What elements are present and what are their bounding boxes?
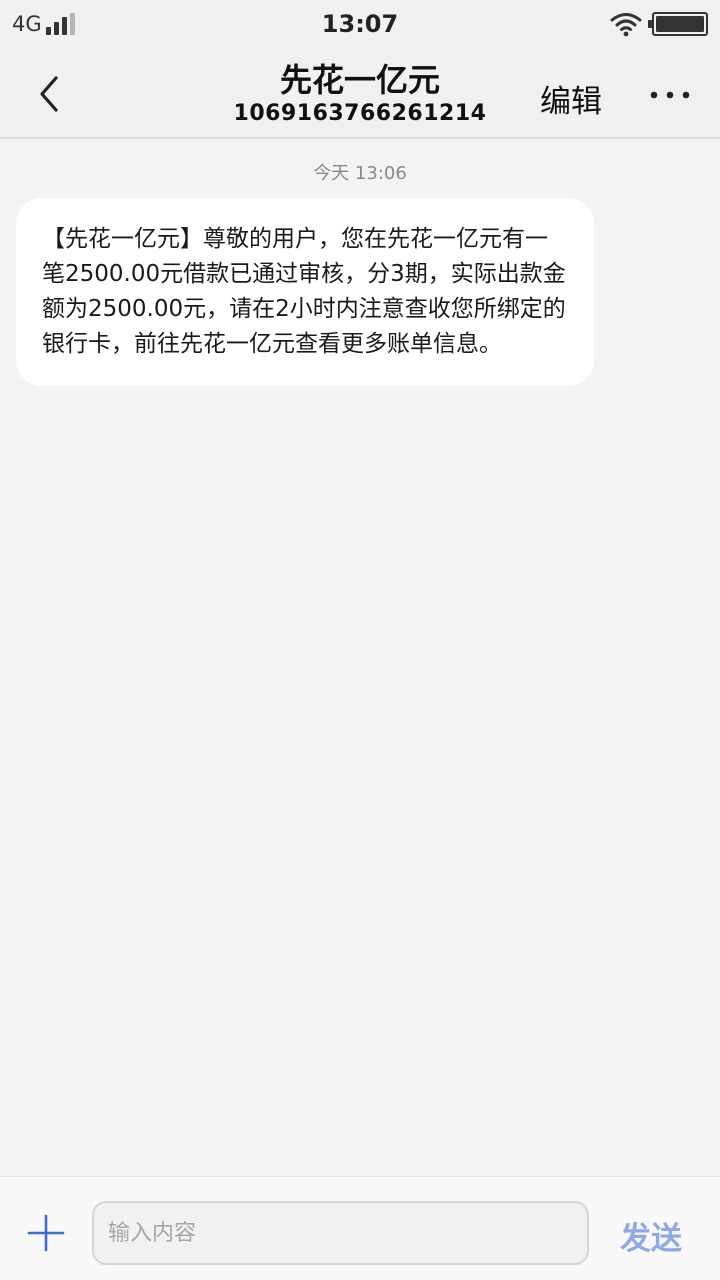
status-icons — [610, 11, 708, 37]
more-horizontal-icon[interactable] — [648, 90, 692, 100]
message-bubble[interactable]: 【先花一亿元】尊敬的用户，您在先花一亿元有一笔2500.00元借款已通过审核，分… — [16, 198, 594, 386]
send-button[interactable]: 发送 — [620, 1213, 682, 1258]
contact-info: 先花一亿元 1069163766261214 — [200, 60, 520, 128]
chevron-left-icon[interactable] — [30, 72, 70, 116]
message-timestamp: 今天 13:06 — [313, 163, 407, 184]
contact-name: 先花一亿元 — [279, 61, 440, 99]
contact-number: 1069163766261214 — [233, 101, 487, 126]
sms-conversation-screen: 4G 13:07 先花一亿元 1069163766261214 编辑 今天 13… — [0, 0, 720, 1280]
message-composer: 发送 — [0, 1176, 720, 1280]
wifi-icon — [610, 13, 642, 37]
conversation-header: 先花一亿元 1069163766261214 编辑 — [0, 50, 720, 139]
plus-icon[interactable] — [26, 1213, 66, 1253]
edit-button[interactable]: 编辑 — [540, 76, 602, 121]
message-input[interactable] — [92, 1201, 589, 1265]
battery-icon — [648, 12, 708, 36]
status-bar: 4G 13:07 — [0, 0, 720, 50]
message-list[interactable]: 今天 13:06 【先花一亿元】尊敬的用户，您在先花一亿元有一笔2500.00元… — [0, 141, 720, 1176]
